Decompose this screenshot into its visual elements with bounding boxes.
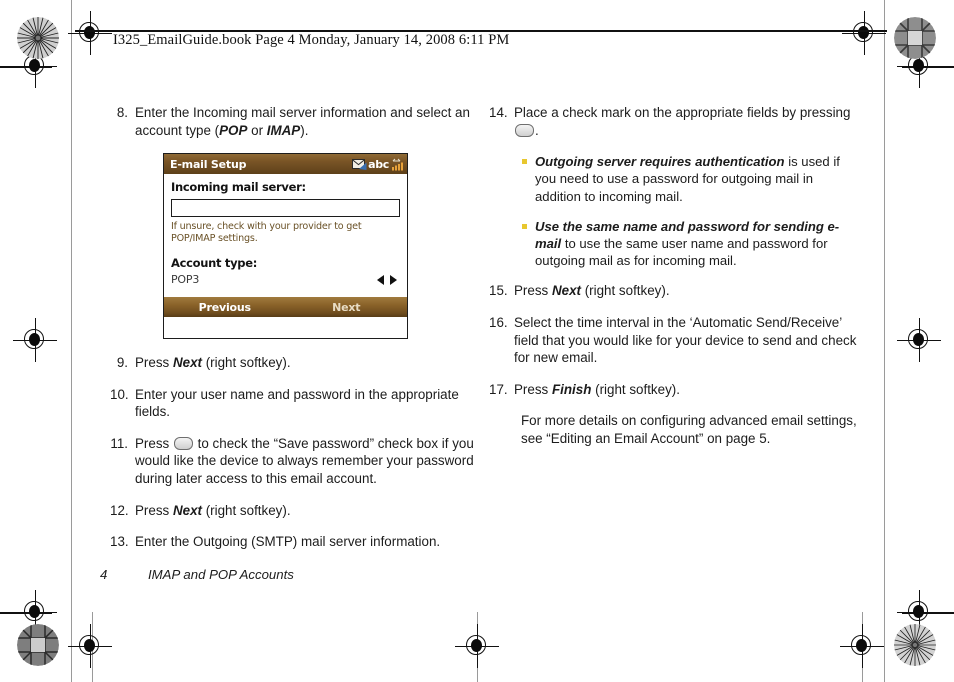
numbered-step: 11. Press to check the “Save password” ch… [110, 435, 480, 488]
emphasised-term: Next [172, 502, 202, 518]
emphasised-term: Use the same name and password for sendi… [535, 218, 840, 251]
step-text: Press Next (right softkey). [135, 502, 291, 518]
chevron-right-icon[interactable] [390, 274, 397, 285]
left-column: 8. Enter the Incoming mail server informa… [110, 104, 480, 153]
page-footer: 4 IMAP and POP Accounts [100, 567, 294, 582]
step-number: 13. [110, 534, 129, 550]
step-number: 12. [110, 502, 129, 518]
right-column: 14. Place a check mark on the appropriate… [489, 104, 859, 462]
step-text: Press Finish (right softkey). [514, 381, 680, 397]
right-steps-list: 14. Place a check mark on the appropriate… [489, 104, 859, 139]
step-number: 16. [489, 315, 508, 330]
incoming-mail-server-input[interactable] [171, 199, 400, 217]
step-text: Place a check mark on the appropriate fi… [514, 105, 851, 138]
center-select-key-icon [173, 436, 193, 450]
step-text: Select the time interval in the ‘Automat… [514, 315, 857, 366]
step-number: 14. [489, 105, 508, 120]
square-bullet-icon [522, 159, 527, 165]
bullet-item: Use the same name and password for sendi… [522, 218, 859, 270]
emphasised-term: IMAP [266, 122, 301, 138]
step-number: 8. [116, 105, 128, 120]
provider-hint-text: If unsure, check with your provider to g… [171, 221, 362, 244]
incoming-mail-server-label: Incoming mail server: [171, 180, 306, 194]
numbered-step: 16. Select the time interval in the ‘Auto… [489, 314, 859, 367]
step-number: 11. [110, 435, 128, 451]
left-steps-list: 8. Enter the Incoming mail server informa… [110, 104, 480, 139]
center-select-key-icon [515, 123, 534, 137]
numbered-step: 17. Press Finish (right softkey). [489, 381, 859, 399]
step-text: Enter your user name and password in the… [135, 386, 459, 420]
new-message-icon [352, 158, 367, 171]
step-text: Enter the Incoming mail server informati… [135, 105, 470, 138]
bullet-text: Outgoing server requires authentication … [535, 154, 840, 204]
step-text: Press to check the “Save password” check… [135, 435, 474, 486]
left-steps-lower-list: 9. Press Next (right softkey). 10. Enter yo… [110, 354, 480, 551]
numbered-step: 10. Enter your user name and password in … [110, 386, 480, 421]
device-title-bar: E-mail Setup abc [164, 154, 407, 174]
numbered-step: 9. Press Next (right softkey). [110, 354, 480, 372]
numbered-step: 8. Enter the Incoming mail server informa… [110, 104, 480, 139]
numbered-step: 15. Press Next (right softkey). [489, 282, 859, 300]
emphasised-term: Next [551, 283, 581, 299]
softkey-next[interactable]: Next [286, 301, 408, 314]
step-number: 17. [489, 381, 508, 397]
emphasised-term: Next [172, 355, 202, 370]
emphasised-term: Outgoing server requires authentication [535, 154, 785, 170]
numbered-step: 13. Enter the Outgoing (SMTP) mail server… [110, 533, 480, 551]
chevron-left-icon[interactable] [377, 274, 384, 285]
closing-note: For more details on configuring advanced… [521, 413, 857, 446]
footer-page-number: 4 [100, 567, 108, 582]
left-column-lower: 9. Press Next (right softkey). 10. Enter yo… [110, 354, 480, 565]
device-screenshot-figure: E-mail Setup abc Incoming mail server: I… [163, 153, 408, 339]
step-text: Enter the Outgoing (SMTP) mail server in… [135, 534, 441, 550]
bullet-item: Outgoing server requires authentication … [522, 153, 859, 205]
footer-section-title: IMAP and POP Accounts [148, 567, 294, 582]
signal-bars-icon [390, 158, 404, 171]
step-number: 9. [116, 355, 128, 370]
step-text: Press Next (right softkey). [514, 283, 670, 299]
numbered-step: 12. Press Next (right softkey). [110, 502, 480, 520]
account-type-value: POP3 [171, 273, 200, 286]
device-status-icons: abc [352, 158, 404, 171]
account-type-label: Account type: [171, 256, 258, 270]
bullet-text: Use the same name and password for sendi… [535, 218, 840, 269]
step-number: 10. [110, 386, 129, 402]
abc-input-mode-icon: abc [368, 157, 389, 171]
step-number: 15. [489, 283, 508, 299]
emphasised-term: Finish [551, 381, 592, 397]
emphasised-term: POP [219, 122, 248, 138]
right-steps-after-list: 15. Press Next (right softkey). 16. Select … [489, 282, 859, 398]
device-screen-body: Incoming mail server: If unsure, check w… [164, 174, 407, 317]
account-type-steppers[interactable] [377, 274, 400, 285]
account-type-row[interactable]: POP3 [171, 273, 400, 286]
square-bullet-icon [522, 223, 527, 229]
right-bullet-list: Outgoing server requires authentication … [522, 153, 859, 269]
device-title-text: E-mail Setup [170, 157, 247, 171]
device-softkey-bar: Previous Next [164, 297, 407, 317]
page-content: 8. Enter the Incoming mail server informa… [0, 0, 954, 682]
numbered-step: 14. Place a check mark on the appropriate… [489, 104, 859, 139]
step-text: Press Next (right softkey). [135, 355, 291, 370]
softkey-previous[interactable]: Previous [164, 301, 286, 314]
